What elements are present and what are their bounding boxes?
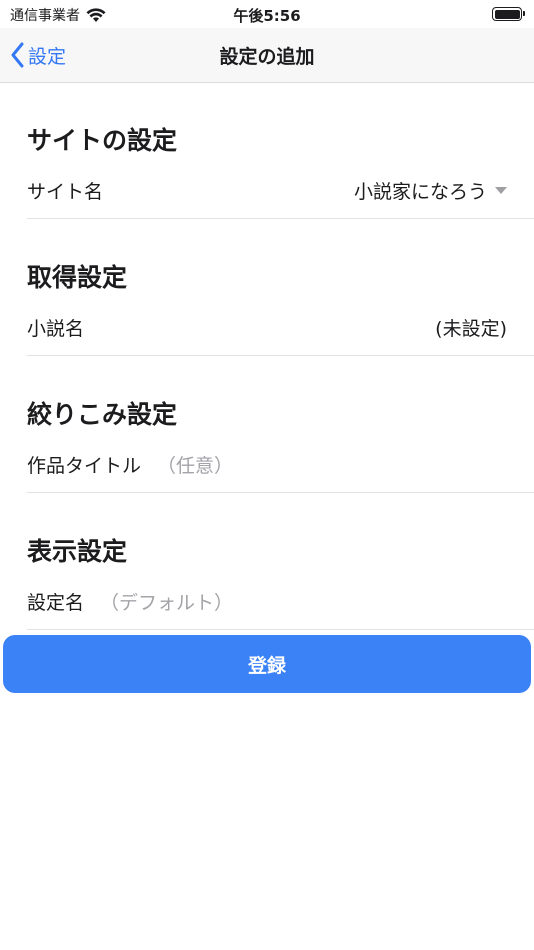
work-title-row[interactable]: 作品タイトル （任意） xyxy=(27,437,534,493)
novel-name-label: 小説名 xyxy=(27,318,85,340)
site-name-label: サイト名 xyxy=(27,181,104,203)
site-name-select[interactable]: 小説家になろう xyxy=(354,177,507,204)
novel-name-value: (未設定) xyxy=(435,318,507,340)
navigation-bar: 設定 設定の追加 xyxy=(0,28,534,83)
battery-fill xyxy=(494,9,520,19)
setting-name-placeholder: （デフォルト） xyxy=(100,592,234,614)
page-title: 設定の追加 xyxy=(219,46,315,68)
section-title-site: サイトの設定 xyxy=(27,126,178,155)
register-button[interactable]: 登録 xyxy=(3,635,531,693)
section-title-display: 表示設定 xyxy=(27,537,128,566)
site-name-value: 小説家になろう xyxy=(353,181,487,203)
work-title-field[interactable]: 作品タイトル （任意） xyxy=(27,451,233,478)
battery-icon xyxy=(492,7,525,21)
section-title-filter: 絞りこみ設定 xyxy=(27,400,178,429)
work-title-label: 作品タイトル xyxy=(27,455,142,477)
status-bar: 通信事業者 午後5:56 xyxy=(0,0,534,28)
battery-tip xyxy=(523,11,525,16)
status-time: 午後5:56 xyxy=(233,7,301,25)
work-title-placeholder: （任意） xyxy=(157,455,234,477)
section-title-fetch: 取得設定 xyxy=(27,263,128,292)
setting-name-row[interactable]: 設定名 （デフォルト） xyxy=(27,574,534,630)
site-name-row[interactable]: サイト名 小説家になろう xyxy=(27,163,534,219)
caret-down-icon xyxy=(495,186,507,194)
setting-name-field[interactable]: 設定名 （デフォルト） xyxy=(27,588,233,615)
novel-name-row[interactable]: 小説名 (未設定) xyxy=(27,300,534,356)
setting-name-label: 設定名 xyxy=(27,592,85,614)
